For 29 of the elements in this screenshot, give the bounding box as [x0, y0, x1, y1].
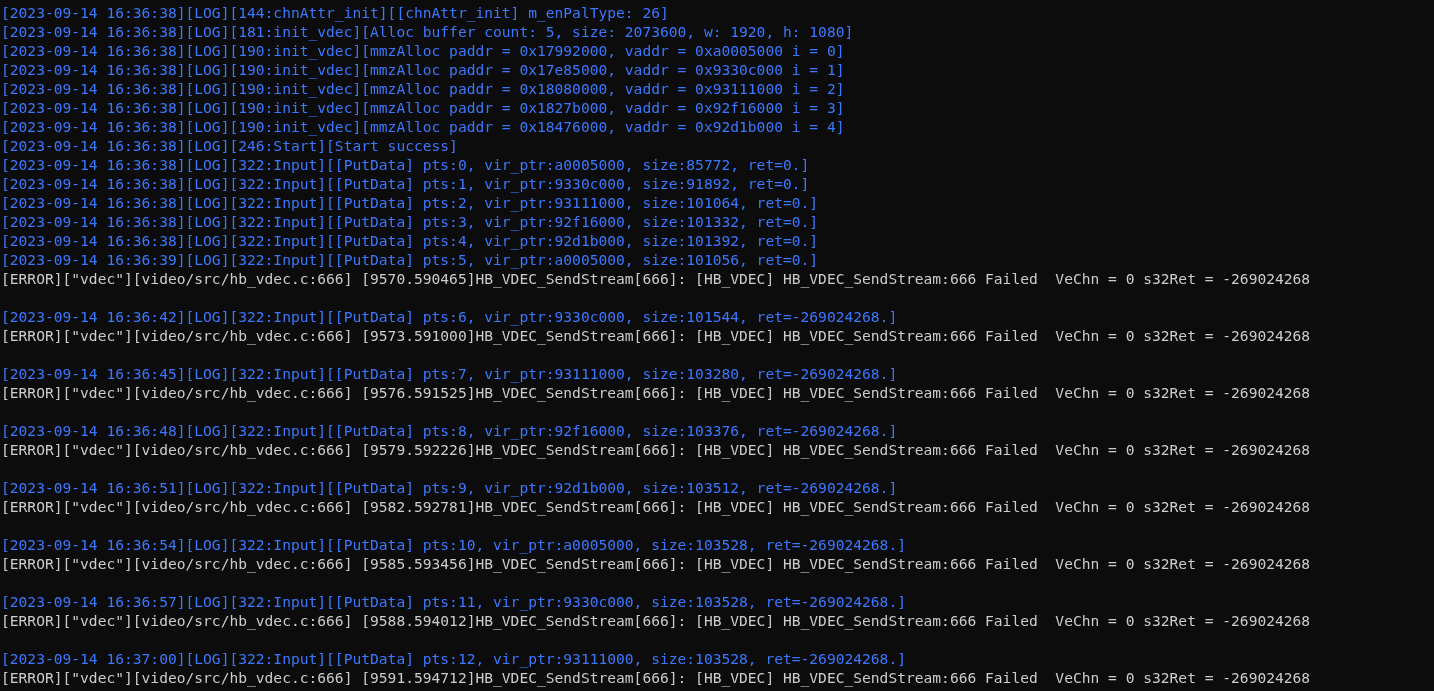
log-line: [2023-09-14 16:36:51][LOG][322:Input][[PutData] pts:9, vir_ptr:92d1b000, size:103512, ret=-269024268.] — [1, 478, 898, 497]
log-line: [2023-09-14 16:36:38][LOG][322:Input][[PutData] pts:4, vir_ptr:92d1b000, size:101392, ret=0.] — [1, 231, 819, 250]
log-line: [2023-09-14 16:36:38][LOG][190:init_vdec][mmzAlloc paddr = 0x1827b000, vaddr = 0x92f16000 i = 3] — [1, 98, 845, 117]
log-line: [2023-09-14 16:37:00][LOG][322:Input][[PutData] pts:12, vir_ptr:93111000, size:103528, ret=-269024268.] — [1, 649, 906, 668]
log-line: [2023-09-14 16:36:38][LOG][322:Input][[PutData] pts:3, vir_ptr:92f16000, size:101332, ret=0.] — [1, 212, 819, 231]
log-line: [2023-09-14 16:36:38][LOG][190:init_vdec][mmzAlloc paddr = 0x18080000, vaddr = 0x93111000 i = 2] — [1, 79, 845, 98]
log-line: [2023-09-14 16:36:38][LOG][190:init_vdec][mmzAlloc paddr = 0x17e85000, vaddr = 0x9330c000 i = 1] — [1, 60, 845, 79]
error-line: [ERROR]["vdec"][video/src/hb_vdec.c:666] [9579.592226]HB_VDEC_SendStream[666]: [HB_VDEC] HB_VDEC_SendStream:666 Failed VeChn = 0 s32Ret = -269024268 — [1, 440, 1311, 459]
log-line: [2023-09-14 16:36:38][LOG][322:Input][[PutData] pts:1, vir_ptr:9330c000, size:91892, ret=0.] — [1, 174, 810, 193]
log-line: [2023-09-14 16:36:38][LOG][322:Input][[PutData] pts:0, vir_ptr:a0005000, size:85772, ret=0.] — [1, 155, 810, 174]
log-line: [2023-09-14 16:36:38][LOG][246:Start][Start success] — [1, 136, 458, 155]
log-line: [2023-09-14 16:36:38][LOG][181:init_vdec][Alloc buffer count: 5, size: 2073600, w: 1920, h: 1080] — [1, 22, 854, 41]
log-line: [2023-09-14 16:36:38][LOG][144:chnAttr_init][[chnAttr_init] m_enPalType: 26] — [1, 3, 669, 22]
log-line: [2023-09-14 16:36:39][LOG][322:Input][[PutData] pts:5, vir_ptr:a0005000, size:101056, ret=0.] — [1, 250, 819, 269]
error-line: [ERROR]["vdec"][video/src/hb_vdec.c:666] [9582.592781]HB_VDEC_SendStream[666]: [HB_VDEC] HB_VDEC_SendStream:666 Failed VeChn = 0 s32Ret = -269024268 — [1, 497, 1311, 516]
log-line: [2023-09-14 16:36:38][LOG][190:init_vdec][mmzAlloc paddr = 0x18476000, vaddr = 0x92d1b000 i = 4] — [1, 117, 845, 136]
error-line: [ERROR]["vdec"][video/src/hb_vdec.c:666] [9591.594712]HB_VDEC_SendStream[666]: [HB_VDEC] HB_VDEC_SendStream:666 Failed VeChn = 0 s32Ret = -269024268 — [1, 668, 1311, 687]
log-line: [2023-09-14 16:36:38][LOG][190:init_vdec][mmzAlloc paddr = 0x17992000, vaddr = 0xa0005000 i = 0] — [1, 41, 845, 60]
error-line: [ERROR]["vdec"][video/src/hb_vdec.c:666] [9573.591000]HB_VDEC_SendStream[666]: [HB_VDEC] HB_VDEC_SendStream:666 Failed VeChn = 0 s32Ret = -269024268 — [1, 326, 1311, 345]
error-line: [ERROR]["vdec"][video/src/hb_vdec.c:666] [9570.590465]HB_VDEC_SendStream[666]: [HB_VDEC] HB_VDEC_SendStream:666 Failed VeChn = 0 s32Ret = -269024268 — [1, 269, 1311, 288]
error-line: [ERROR]["vdec"][video/src/hb_vdec.c:666] [9585.593456]HB_VDEC_SendStream[666]: [HB_VDEC] HB_VDEC_SendStream:666 Failed VeChn = 0 s32Ret = -269024268 — [1, 554, 1311, 573]
log-line: [2023-09-14 16:36:57][LOG][322:Input][[PutData] pts:11, vir_ptr:9330c000, size:103528, ret=-269024268.] — [1, 592, 906, 611]
log-line: [2023-09-14 16:36:54][LOG][322:Input][[PutData] pts:10, vir_ptr:a0005000, size:103528, ret=-269024268.] — [1, 535, 906, 554]
log-line: [2023-09-14 16:36:48][LOG][322:Input][[PutData] pts:8, vir_ptr:92f16000, size:103376, ret=-269024268.] — [1, 421, 898, 440]
log-line: [2023-09-14 16:36:38][LOG][322:Input][[PutData] pts:2, vir_ptr:93111000, size:101064, ret=0.] — [1, 193, 819, 212]
error-line: [ERROR]["vdec"][video/src/hb_vdec.c:666] [9588.594012]HB_VDEC_SendStream[666]: [HB_VDEC] HB_VDEC_SendStream:666 Failed VeChn = 0 s32Ret = -269024268 — [1, 611, 1311, 630]
log-line: [2023-09-14 16:36:45][LOG][322:Input][[PutData] pts:7, vir_ptr:93111000, size:103280, ret=-269024268.] — [1, 364, 898, 383]
log-line: [2023-09-14 16:36:42][LOG][322:Input][[PutData] pts:6, vir_ptr:9330c000, size:101544, ret=-269024268.] — [1, 307, 898, 326]
error-line: [ERROR]["vdec"][video/src/hb_vdec.c:666] [9576.591525]HB_VDEC_SendStream[666]: [HB_VDEC] HB_VDEC_SendStream:666 Failed VeChn = 0 s32Ret = -269024268 — [1, 383, 1311, 402]
